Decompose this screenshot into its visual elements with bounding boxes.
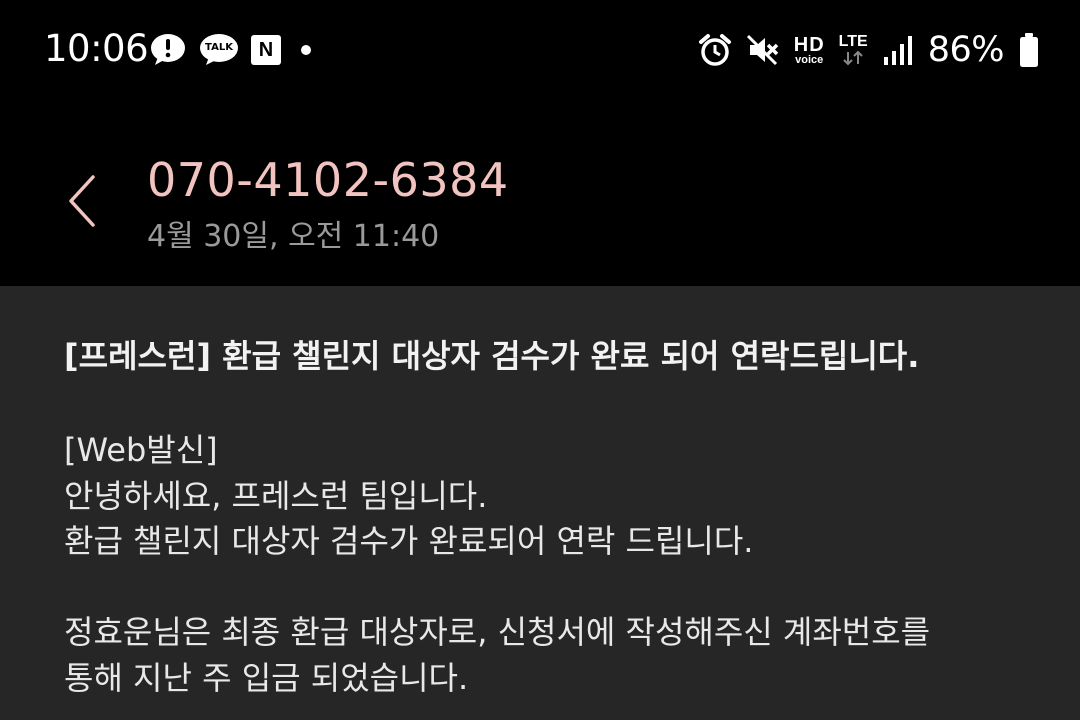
mute-icon [746,33,780,67]
kakaotalk-icon: TALK [199,33,239,67]
status-time: 10:06 [44,27,149,70]
message-line: [Web발신] [64,431,218,469]
system-icons: HD voice LTE 86% [698,28,1040,72]
notification-icons: TALK N [149,32,313,68]
message-subject: [프레스런] 환급 챌린지 대상자 검수가 완료 되어 연락드립니다. [64,337,920,375]
lte-icon: LTE [839,34,868,66]
more-dot-icon [293,35,313,65]
message-body: [프레스런] 환급 챌린지 대상자 검수가 완료 되어 연락드립니다. [Web… [0,286,1080,720]
status-bar: 10:06 TALK N HD voice LTE 86% [0,0,1080,100]
voice-label: voice [795,53,824,66]
hd-voice-icon: HD voice [794,35,825,66]
conversation-header: 070-4102-6384 4월 30일, 오전 11:40 [0,100,1080,286]
naver-icon: N [251,35,281,65]
hd-label: HD [793,33,825,56]
message-line: 환급 챌린지 대상자 검수가 완료되어 연락 드립니다. [64,522,754,560]
message-line: 안녕하세요, 프레스런 팀입니다. [64,476,488,515]
message-detail-screen: 10:06 TALK N HD voice LTE 86% 070-4102-6… [0,0,1080,720]
battery-icon [1018,32,1040,68]
alarm-icon [698,33,732,67]
message-timestamp: 4월 30일, 오전 11:40 [147,219,440,254]
message-line: 정효운님은 최종 환급 대상자로, 신청서에 작성해주신 계좌번호를 [64,613,931,651]
kakaotalk-label: TALK [205,42,233,53]
alert-bubble-icon [149,33,187,67]
signal-icon [882,33,914,67]
message-line: 통해 지난 주 입금 되었습니다. [64,658,469,697]
back-button[interactable] [52,168,112,238]
lte-label: LTE [838,33,868,50]
naver-label: N [258,39,274,61]
battery-percent: 86% [927,30,1005,70]
chevron-left-icon [65,173,99,233]
message-text: [Web발신] 안녕하세요, 프레스런 팀입니다. 환급 챌린지 대상자 검수가… [64,428,1054,701]
sender-number: 070-4102-6384 [147,153,509,207]
